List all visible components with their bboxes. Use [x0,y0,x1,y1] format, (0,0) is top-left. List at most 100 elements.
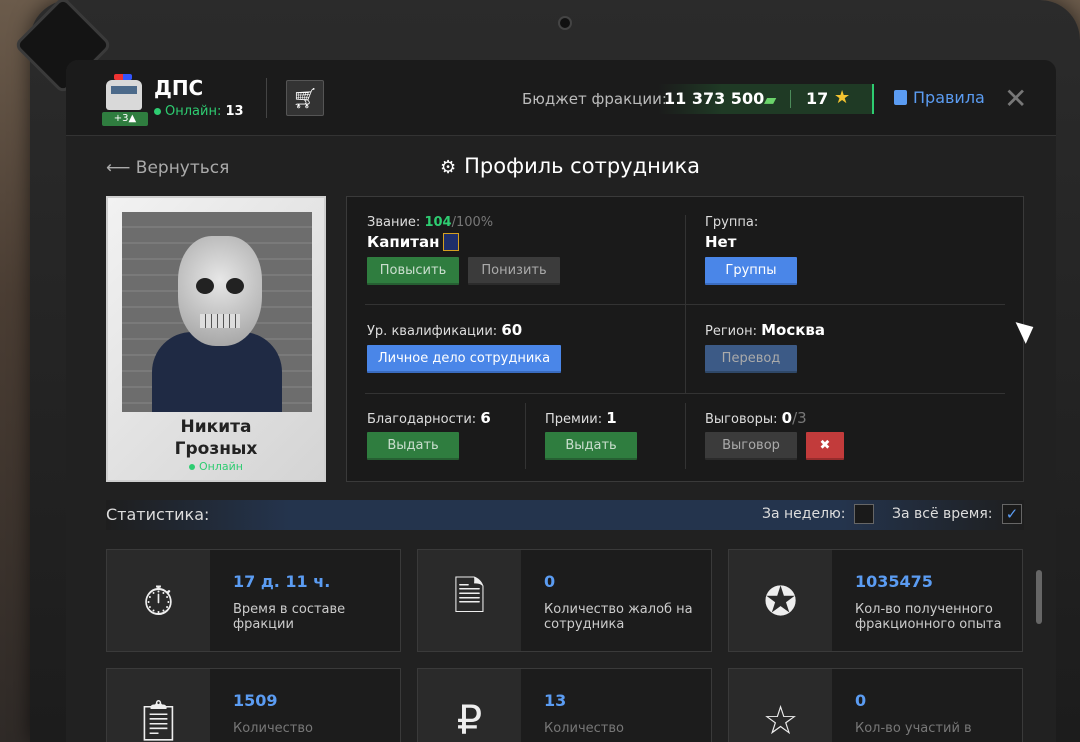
online-counter: Онлайн: 13 [154,104,244,119]
employee-status: Онлайн [108,460,324,473]
alltime-label: За всё время: [892,506,993,522]
group-label: Группа: [705,215,759,230]
online-count: 13 [225,104,244,119]
money-icon: ▰ [764,90,777,109]
statistics-bar: Статистика: За неделю: За всё время: ✓ [106,500,1024,530]
stat-value: 0 [855,691,867,710]
divider [790,90,791,108]
stat-card: ☆ 0 Кол-во участий в [728,668,1023,742]
reprimand-line: Выговоры: 0/3 [705,409,807,427]
stat-value: 0 [544,572,556,591]
ruble-documents-icon: ₽ [418,669,521,742]
police-car-icon: +3▲ [102,74,148,126]
qualification-line: Ур. квалификации: 60 [367,321,522,339]
thanks-label: Благодарности: [367,412,477,427]
rank-max: /100% [451,215,494,230]
week-label: За неделю: [762,506,846,522]
statistics-title: Статистика: [106,505,210,524]
online-label: Онлайн: [165,104,222,119]
close-icon[interactable]: ✕ [1004,82,1027,115]
cart-icon: 🛒︎ [292,86,318,110]
header-bar: +3▲ ДПС Онлайн: 13 🛒︎ Бюджет фракции: 11… [66,60,1056,136]
divider [266,78,267,118]
transfer-button[interactable]: Перевод [705,345,797,373]
star-icon: ★ [834,87,851,108]
stat-card: 🗎︎ 0 Количество жалоб на сотрудника [417,549,712,652]
stat-label: Время в составе фракции [233,602,346,632]
employee-first-name: Никита [180,417,252,437]
thanks-line: Благодарности: 6 [367,409,491,427]
budget-value: 11 373 500 [664,89,765,108]
divider [365,393,1005,394]
give-thanks-button[interactable]: Выдать [367,432,459,460]
rank-label: Звание: [367,215,421,230]
stat-value: 17 д. 11 ч. [233,572,331,591]
stat-value: 1509 [233,691,278,710]
demote-button[interactable]: Понизить [468,257,560,285]
stat-value: 1035475 [855,572,933,591]
scrollbar[interactable] [1036,570,1042,624]
shop-button[interactable]: 🛒︎ [286,80,324,116]
groups-button[interactable]: Группы [705,257,797,285]
profile-info-panel: Звание: 104/100% Капитан Повысить Понизи… [346,196,1024,482]
tablet-camera [558,16,572,30]
employee-mugshot [122,212,312,412]
personal-file-button[interactable]: Личное дело сотрудника [367,345,561,373]
region-label: Регион: [705,324,757,339]
arrow-left-icon: ⟵ [106,158,136,178]
reprimand-value: 0 [781,409,793,427]
rank-line: Звание: 104/100% [367,215,493,230]
divider [685,215,686,393]
budget-label: Бюджет фракции: [522,90,667,108]
alltime-checkbox[interactable]: ✓ [1002,504,1022,524]
back-label: Вернуться [135,158,230,178]
bonus-value: 1 [606,409,617,427]
region-value: Москва [761,321,826,339]
clipboard-checklist-icon: 📋︎ [107,669,210,742]
bonus-label: Премии: [545,412,603,427]
rules-link[interactable]: Правила [894,88,985,107]
rules-label: Правила [913,88,985,107]
remove-reprimand-button[interactable]: ✖ [806,432,844,460]
level-badge: +3▲ [102,112,148,126]
rank-name-line: Капитан [367,233,460,251]
stopwatch-icon: ⏱ [107,550,210,651]
gear-icon: ⚙ [440,157,457,178]
page-title-text: Профиль сотрудника [464,154,701,178]
rank-emblem-icon [443,233,460,251]
back-button[interactable]: ⟵ Вернуться [106,158,229,178]
stat-label: Количество [233,721,313,736]
week-checkbox[interactable] [854,504,874,524]
rank-name: Капитан [367,233,440,251]
stat-card: ₽ 13 Количество [417,668,712,742]
stat-label: Количество [544,721,624,736]
reprimand-button[interactable]: Выговор [705,432,797,460]
qualification-value: 60 [501,321,523,339]
tablet-screen: +3▲ ДПС Онлайн: 13 🛒︎ Бюджет фракции: 11… [66,60,1056,742]
stat-label: Количество жалоб на сотрудника [544,602,693,632]
exp-stars-icon: ✪ [729,550,832,651]
employee-name: Никита Грозных [108,416,324,460]
bonus-line: Премии: 1 [545,409,617,427]
employee-status-text: Онлайн [199,460,243,473]
employee-last-name: Грозных [174,439,258,459]
document-icon [894,90,907,105]
online-dot-icon [154,108,161,115]
faction-name: ДПС [154,76,204,100]
stat-value: 13 [544,691,567,710]
promote-button[interactable]: Повысить [367,257,459,285]
page-title: ⚙ Профиль сотрудника [440,154,700,178]
thanks-value: 6 [480,409,491,427]
star-podium-icon: ☆ [729,669,832,742]
stars-value: 17 [806,89,829,108]
give-bonus-button[interactable]: Выдать [545,432,637,460]
employee-photo-card: Никита Грозных Онлайн [106,196,326,482]
region-line: Регион: Москва [705,321,825,339]
group-value: Нет [705,233,737,251]
stat-card: 📋︎ 1509 Количество [106,668,401,742]
remove-user-icon: ✖ [819,438,831,453]
reprimand-label: Выговоры: [705,412,778,427]
stat-label: Кол-во участий в [855,721,972,736]
budget-box: 11 373 500 ▰ 17 ★ [658,84,874,114]
reprimand-max: /3 [792,409,807,427]
